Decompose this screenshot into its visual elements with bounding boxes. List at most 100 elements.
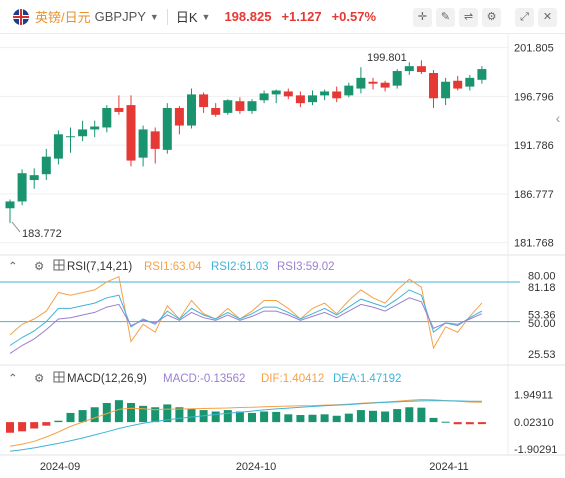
rsi-tick-label: 81.18 (528, 282, 556, 294)
macd-bar (248, 412, 256, 423)
macd-bar (211, 411, 220, 423)
macd-bar (441, 421, 450, 423)
rsi-line-1 (9, 275, 483, 350)
macd-tick-label: 0.02310 (514, 417, 554, 429)
macd-bar (18, 422, 27, 432)
candle-body (174, 108, 184, 126)
candle-body (29, 175, 39, 181)
macd-bar (320, 414, 329, 423)
candle-body (344, 85, 354, 96)
macd-title: MACD(12,26,9) (67, 373, 147, 385)
macd-bar (429, 417, 438, 423)
macd-bar (356, 410, 365, 423)
macd-tick-label: 1.94911 (514, 390, 553, 402)
low-annotation-leader (11, 221, 21, 233)
date-tick-label: 2024-10 (236, 461, 276, 473)
candle-body (150, 131, 160, 149)
candle-body (126, 105, 136, 161)
candle-body (114, 108, 124, 112)
candle-body (380, 82, 390, 88)
dif-line (9, 398, 482, 447)
price-tick-label: 181.768 (514, 238, 554, 250)
rsi3-label: RSI3:59.02 (277, 261, 335, 273)
dif-label: DIF:1.40412 (261, 373, 324, 385)
candle-body (271, 90, 281, 95)
macd-value-label: MACD:-0.13562 (163, 373, 245, 385)
macd-bar (6, 422, 14, 433)
candle-body (404, 66, 414, 72)
macd-bar (284, 414, 293, 423)
candle-body (368, 81, 378, 84)
collapse-icon[interactable]: ⌃ (8, 261, 18, 273)
candle-body (53, 134, 63, 159)
macd-bar (30, 422, 39, 429)
price-tick-label: 196.796 (514, 91, 554, 103)
rsi-title: RSI(7,14,21) (67, 261, 132, 273)
candle-body (199, 94, 209, 108)
grid-lines (0, 34, 565, 456)
candle-body (223, 100, 233, 113)
candle-body (392, 71, 402, 86)
candle-body (441, 81, 451, 99)
rsi1-label: RSI1:63.04 (144, 261, 202, 273)
candle-body (41, 156, 51, 175)
price-tick-label: 201.805 (514, 43, 554, 55)
rsi-legend: ⌃ ⚙ RSI(7,14,21) RSI1:63.04 RSI2:61.03 R… (8, 259, 335, 273)
candle-body (235, 101, 245, 111)
macd-bar (90, 407, 99, 423)
dea-label: DEA:1.47192 (333, 373, 401, 385)
candle-body (477, 69, 487, 80)
price-tick-label: 191.786 (514, 140, 554, 152)
time-axis: 2024-09 2024-10 2024-11 (40, 461, 469, 473)
macd-histogram (6, 400, 486, 433)
candle-body (453, 80, 463, 89)
macd-bar (405, 407, 414, 423)
macd-bar (296, 415, 305, 423)
candle-body (259, 93, 269, 101)
rsi-tick-label: 80.00 (528, 270, 556, 282)
macd-axis: 1.94911 0.02310 -1.90291 (514, 390, 557, 457)
rsi2-label: RSI2:61.03 (211, 261, 269, 273)
macd-bar (78, 410, 87, 423)
low-annotation: 183.772 (22, 228, 62, 240)
candle-body (295, 95, 305, 104)
side-panel-toggle-icon[interactable]: ‹ (551, 108, 565, 128)
candle-body (187, 94, 196, 126)
macd-bar (344, 413, 353, 423)
collapse-icon[interactable]: ⌃ (8, 373, 18, 385)
rsi-series (9, 275, 483, 354)
macd-bar (369, 410, 377, 423)
price-axis: 201.805 196.796 191.786 186.777 181.768 (514, 43, 554, 250)
settings-icon[interactable]: ⚙ (34, 373, 44, 385)
candle-body (320, 91, 330, 96)
candle-body (356, 77, 366, 89)
macd-tick-label: -1.90291 (514, 444, 557, 456)
candle-body (332, 91, 342, 99)
high-annotation: 199.801 (367, 52, 407, 64)
candle-body (465, 77, 475, 87)
candlestick-series (5, 60, 487, 223)
candle-body (211, 108, 221, 115)
macd-bar (332, 415, 341, 423)
candle-body (90, 126, 100, 130)
macd-legend: ⌃ ⚙ MACD(12,26,9) MACD:-0.13562 DIF:1.40… (8, 371, 401, 385)
candle-body (283, 91, 293, 97)
macd-bar (42, 422, 51, 426)
macd-bar (308, 414, 317, 423)
candle-body (102, 108, 112, 128)
candle-body (78, 129, 88, 137)
chart-area[interactable]: 201.805 196.796 191.786 186.777 181.768 199.… (0, 0, 565, 478)
price-tick-label: 186.777 (514, 189, 554, 201)
macd-bar (260, 411, 269, 423)
macd-bar (54, 420, 63, 423)
macd-bar (417, 407, 426, 423)
candle-body (308, 95, 317, 103)
rsi-tick-label: 50.00 (528, 318, 556, 330)
settings-icon[interactable]: ⚙ (34, 261, 44, 273)
macd-bar (187, 408, 196, 423)
macd-bar (381, 411, 390, 423)
candle-body (429, 72, 438, 99)
macd-bar (272, 411, 281, 423)
candle-body (17, 173, 27, 202)
macd-bar (465, 422, 474, 425)
